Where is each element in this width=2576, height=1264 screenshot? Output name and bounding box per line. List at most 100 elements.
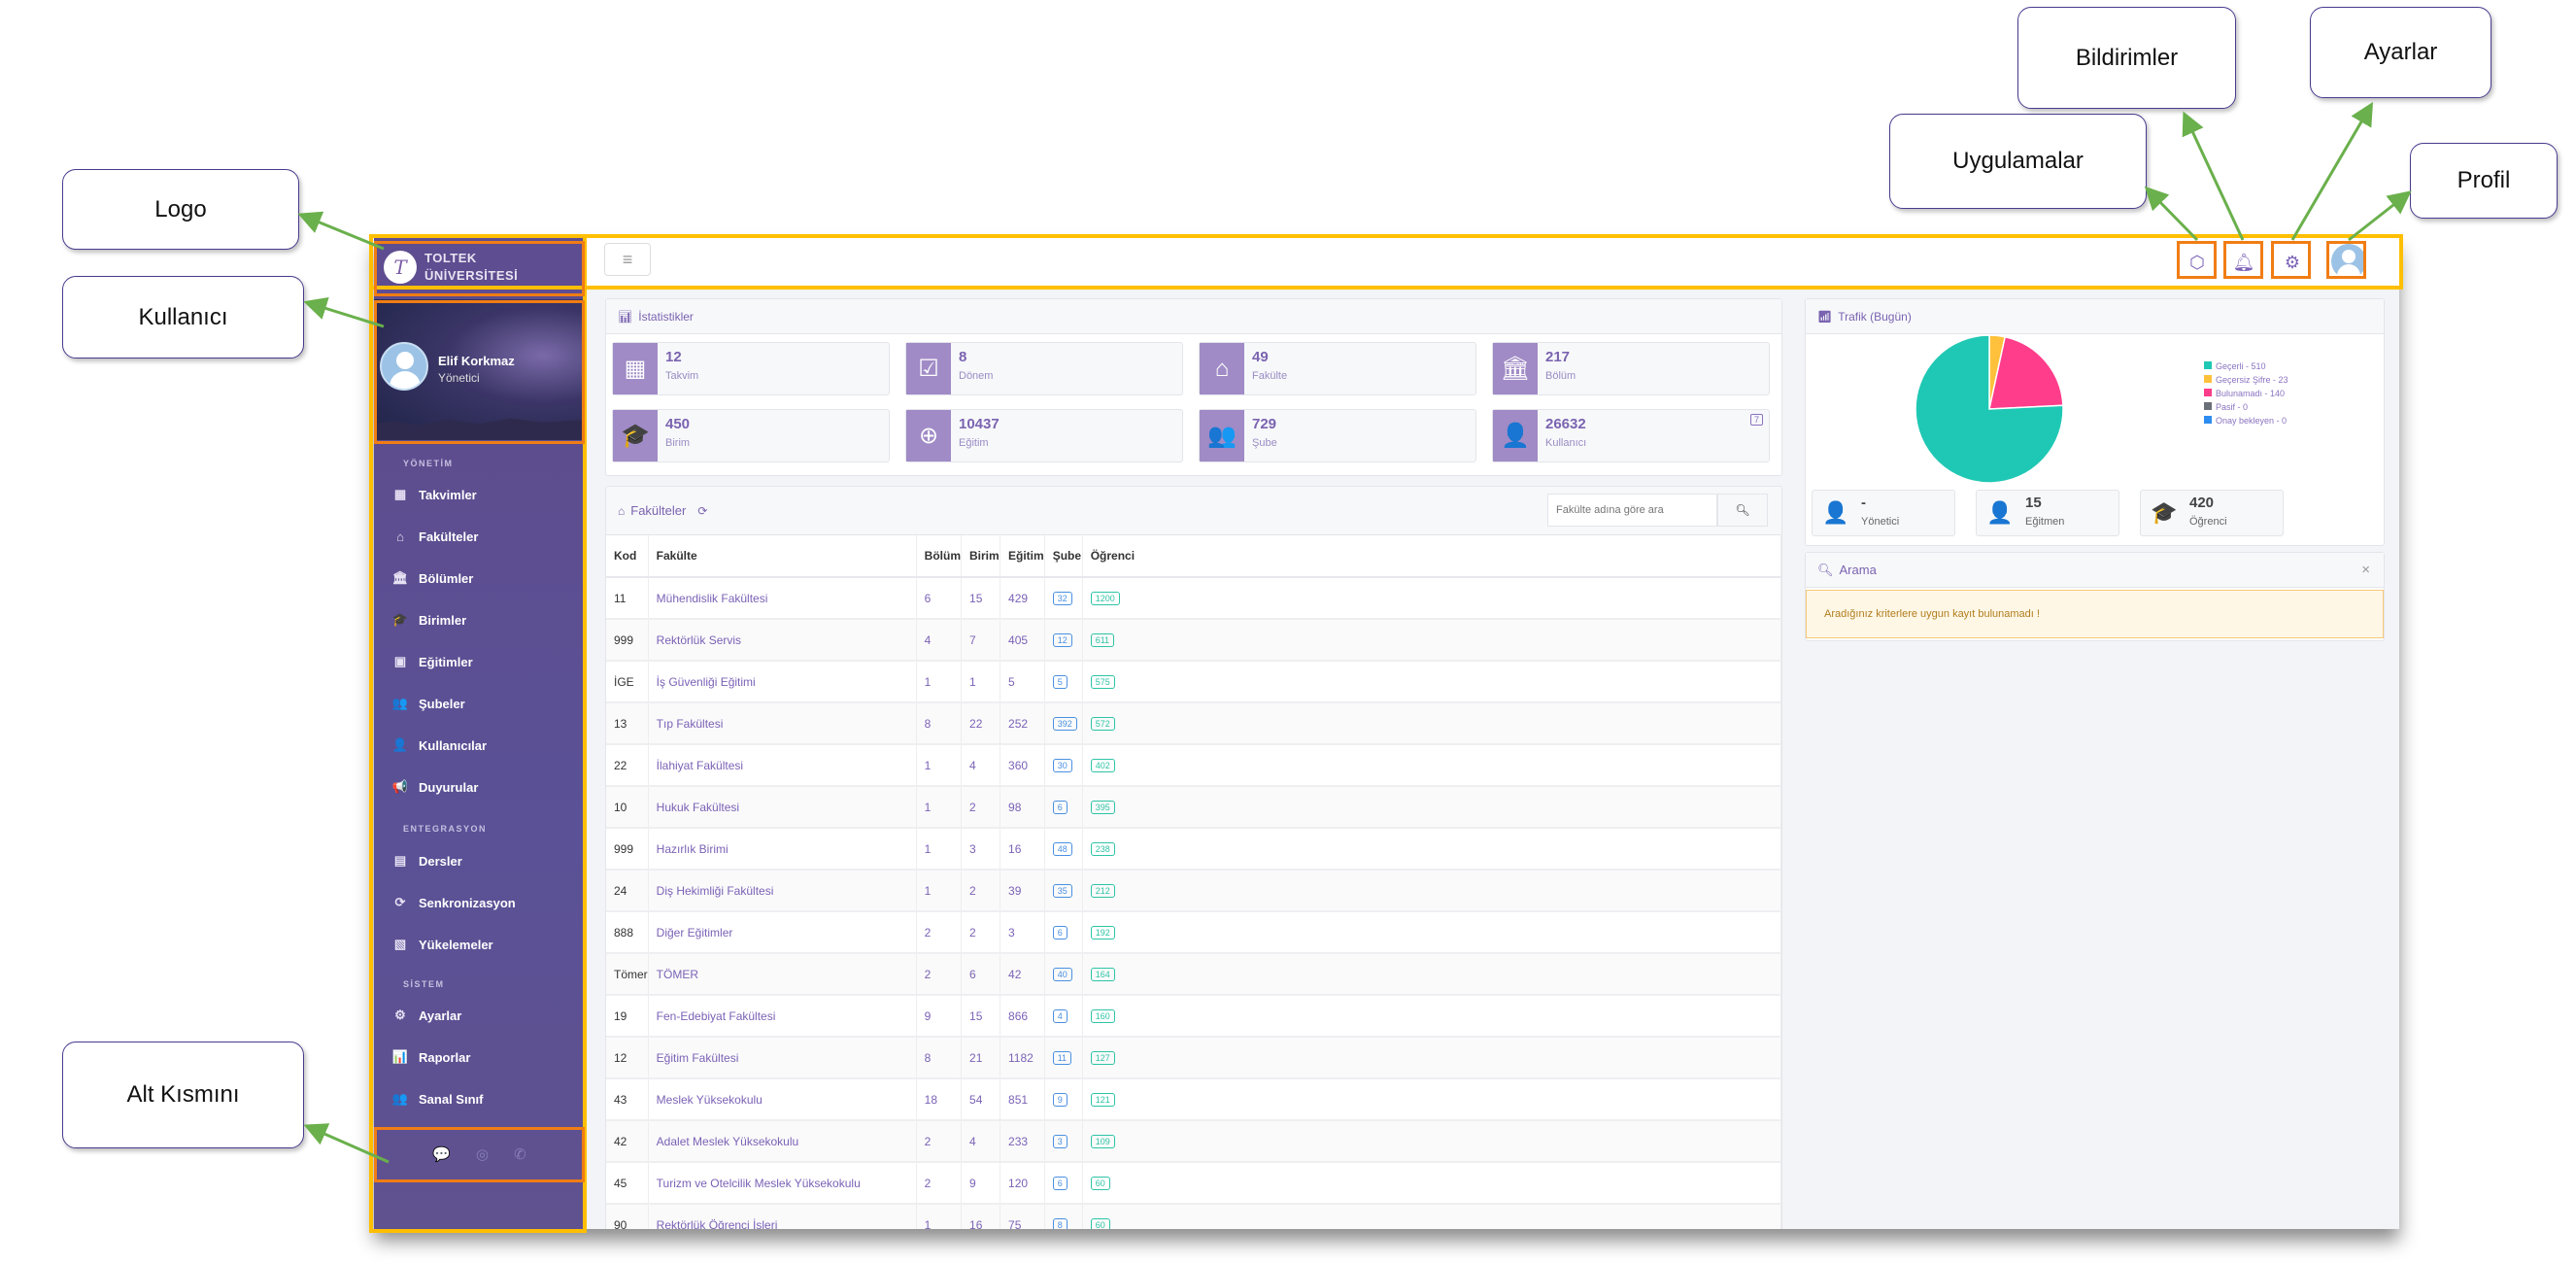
cell-şube: 5 [1044, 661, 1083, 703]
users-icon: 👥 [1200, 410, 1244, 461]
column-header[interactable]: Kod [606, 535, 649, 578]
cell-kod: İGE [606, 661, 649, 703]
stat-label: Dönem [959, 370, 994, 382]
arrow-notifications [2182, 111, 2245, 241]
summary-label: Öğrenci [2189, 516, 2227, 528]
cell-kod: 90 [606, 1204, 649, 1229]
stat-badge: 7 [1749, 414, 1763, 426]
summary-card-yönetici[interactable]: 👤 - Yönetici [1812, 490, 1955, 536]
column-header[interactable]: Fakülte [648, 535, 917, 578]
sube-badge: 8 [1052, 1218, 1068, 1229]
cell-öğrenci: 212 [1082, 870, 1781, 912]
cell-fakülte[interactable]: Tıp Fakültesi [648, 702, 917, 745]
column-header[interactable]: Şube [1044, 535, 1083, 578]
cell-fakülte[interactable]: TÖMER [648, 953, 917, 996]
table-row[interactable]: 45 Turizm ve Otelcilik Meslek Yüksekokulu… [606, 1162, 1781, 1205]
summary-value: - [1861, 495, 1866, 511]
cell-fakülte[interactable]: Rektörlük Servis [648, 619, 917, 662]
sube-badge: 40 [1052, 968, 1072, 981]
table-row[interactable]: 888 Diğer Eğitimler 2 2 3 6 192 [606, 911, 1781, 954]
table-row[interactable]: 11 Mühendislik Fakültesi 6 15 429 32 1200 [606, 577, 1781, 620]
column-header[interactable]: Eğitim [1000, 535, 1045, 578]
cell-fakülte[interactable]: Fen-Edebiyat Fakültesi [648, 995, 917, 1038]
stat-card-eğitim[interactable]: ⊕ 10437 Eğitim [905, 409, 1183, 462]
legend-item: Pasif - 0 [2204, 400, 2288, 414]
table-row[interactable]: Tömer TÖMER 2 6 42 40 164 [606, 953, 1781, 996]
cell-kod: 999 [606, 828, 649, 871]
cell-fakülte[interactable]: Hazırlık Birimi [648, 828, 917, 871]
stats-title: İstatistikler [638, 309, 694, 324]
stat-label: Eğitim [959, 437, 989, 449]
cell-bölüm: 1 [916, 1204, 963, 1229]
search-button[interactable]: 🔍︎ [1717, 494, 1768, 527]
table-row[interactable]: 24 Diş Hekimliği Fakültesi 1 2 39 35 212 [606, 870, 1781, 912]
table-row[interactable]: 999 Rektörlük Servis 4 7 405 12 611 [606, 619, 1781, 662]
summary-label: Eğitmen [2025, 516, 2065, 528]
stat-value: 450 [665, 416, 691, 432]
ogrenci-badge: 611 [1090, 633, 1115, 647]
cell-şube: 48 [1044, 828, 1083, 871]
chart-icon: 📊︎ [618, 309, 633, 324]
cell-fakülte[interactable]: İş Güvenliği Eğitimi [648, 661, 917, 703]
faculties-panel: ⌂Fakülteler ⟳ 🔍︎ KodFakülteBölümBirimEği… [605, 486, 1782, 1229]
stat-card-şube[interactable]: 👥 729 Şube [1199, 409, 1476, 462]
legend-swatch [2204, 361, 2212, 369]
stat-card-kullanıcı[interactable]: 👤 26632 Kullanıcı 7 [1492, 409, 1770, 462]
column-header[interactable]: Birim [961, 535, 1001, 578]
cell-fakülte[interactable]: Hukuk Fakültesi [648, 786, 917, 829]
highlight-topbar [369, 234, 2403, 290]
table-row[interactable]: İGE İş Güvenliği Eğitimi 1 1 5 5 575 [606, 661, 1781, 703]
stat-label: Takvim [665, 370, 699, 382]
legend-label: Geçerli - 510 [2216, 361, 2266, 371]
cell-öğrenci: 238 [1082, 828, 1781, 871]
ogrenci-badge: 192 [1090, 926, 1115, 939]
callout-footer: Alt Kısmını [62, 1042, 304, 1148]
stat-card-takvim[interactable]: ▦ 12 Takvim [612, 342, 890, 395]
cell-öğrenci: 402 [1082, 744, 1781, 787]
faculty-icon: ⌂ [618, 503, 626, 518]
cell-birim: 16 [961, 1204, 1001, 1229]
cell-kod: 42 [606, 1120, 649, 1163]
cell-fakülte[interactable]: Mühendislik Fakültesi [648, 577, 917, 620]
cell-eğitim: 851 [1000, 1078, 1045, 1121]
close-icon[interactable]: × [2361, 562, 2370, 578]
column-header[interactable]: Bölüm [916, 535, 963, 578]
stat-card-dönem[interactable]: ☑ 8 Dönem [905, 342, 1183, 395]
summary-card-öğrenci[interactable]: 🎓 420 Öğrenci [2140, 490, 2284, 536]
ogrenci-badge: 164 [1090, 968, 1115, 981]
sube-badge: 5 [1052, 675, 1068, 689]
table-row[interactable]: 19 Fen-Edebiyat Fakültesi 9 15 866 4 160 [606, 995, 1781, 1038]
cell-öğrenci: 60 [1082, 1162, 1781, 1205]
stat-card-bölüm[interactable]: 🏛 217 Bölüm [1492, 342, 1770, 395]
cell-fakülte[interactable]: Meslek Yüksekokulu [648, 1078, 917, 1121]
table-row[interactable]: 13 Tıp Fakültesi 8 22 252 392 572 [606, 702, 1781, 745]
cell-fakülte[interactable]: Adalet Meslek Yüksekokulu [648, 1120, 917, 1163]
table-row[interactable]: 12 Eğitim Fakültesi 8 21 1182 11 127 [606, 1037, 1781, 1079]
cell-kod: 13 [606, 702, 649, 745]
cell-eğitim: 866 [1000, 995, 1045, 1038]
refresh-icon[interactable]: ⟳ [697, 504, 707, 518]
stat-card-birim[interactable]: 🎓 450 Birim [612, 409, 890, 462]
search-panel: 🔍︎ Arama × Aradığınız kriterlere uygun ka… [1805, 552, 2385, 641]
cell-fakülte[interactable]: İlahiyat Fakültesi [648, 744, 917, 787]
summary-card-eğitmen[interactable]: 👤 15 Eğitmen [1976, 490, 2119, 536]
faculty-search-input[interactable] [1547, 494, 1717, 527]
cell-kod: 45 [606, 1162, 649, 1205]
cell-fakülte[interactable]: Diş Hekimliği Fakültesi [648, 870, 917, 912]
no-results-alert: Aradığınız kriterlere uygun kayıt buluna… [1806, 590, 2384, 638]
stat-value: 729 [1252, 416, 1277, 432]
table-row[interactable]: 10 Hukuk Fakültesi 1 2 98 6 395 [606, 786, 1781, 829]
cell-fakülte[interactable]: Rektörlük Öğrenci İşleri [648, 1204, 917, 1229]
table-row[interactable]: 999 Hazırlık Birimi 1 3 16 48 238 [606, 828, 1781, 871]
stat-label: Şube [1252, 437, 1277, 449]
table-row[interactable]: 43 Meslek Yüksekokulu 18 54 851 9 121 [606, 1078, 1781, 1121]
table-row[interactable]: 42 Adalet Meslek Yüksekokulu 2 4 233 3 109 [606, 1120, 1781, 1163]
cell-fakülte[interactable]: Diğer Eğitimler [648, 911, 917, 954]
table-row[interactable]: 90 Rektörlük Öğrenci İşleri 1 16 75 8 60 [606, 1204, 1781, 1229]
stat-card-fakülte[interactable]: ⌂ 49 Fakülte [1199, 342, 1476, 395]
column-header[interactable]: Öğrenci [1082, 535, 1781, 578]
table-row[interactable]: 22 İlahiyat Fakültesi 1 4 360 30 402 [606, 744, 1781, 787]
cell-fakülte[interactable]: Eğitim Fakültesi [648, 1037, 917, 1079]
cell-eğitim: 16 [1000, 828, 1045, 871]
cell-fakülte[interactable]: Turizm ve Otelcilik Meslek Yüksekokulu [648, 1162, 917, 1205]
